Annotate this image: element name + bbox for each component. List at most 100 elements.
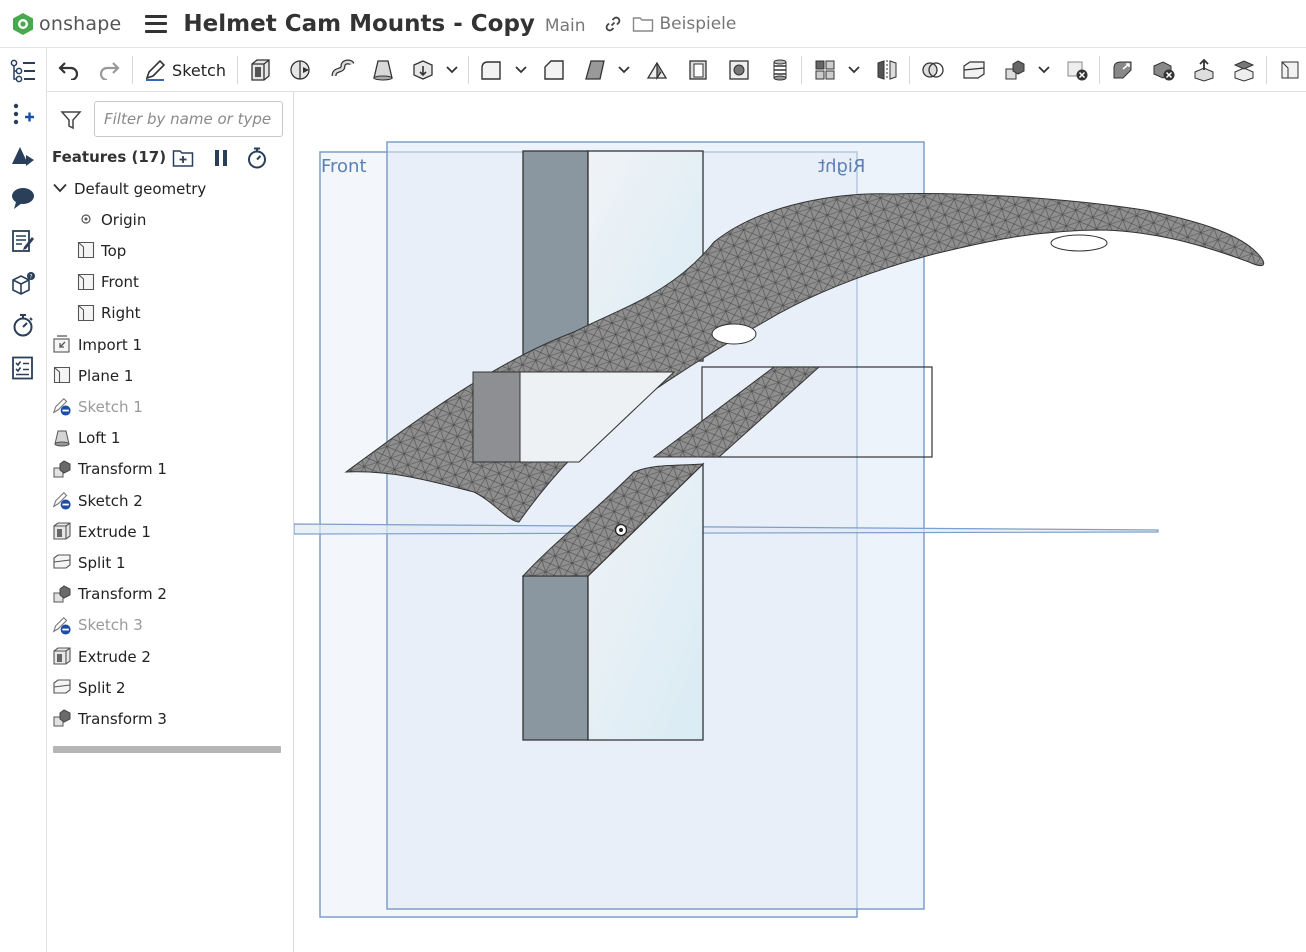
folder-name: Beispiele	[659, 13, 737, 34]
branch-label[interactable]: Main	[545, 16, 586, 36]
move-face-icon[interactable]	[1190, 56, 1218, 84]
draft-tool-icon[interactable]	[581, 56, 609, 84]
chevron-down-icon[interactable]	[846, 56, 862, 84]
tree-item-origin[interactable]: Origin	[47, 204, 293, 235]
stopwatch-icon[interactable]	[245, 146, 269, 170]
delete-part-icon[interactable]	[1063, 56, 1091, 84]
feature-item-label: Transform 2	[78, 585, 167, 604]
feature-item-plane-1[interactable]: Plane 1	[47, 360, 293, 391]
onshape-logo[interactable]: onshape	[12, 12, 121, 36]
feature-item-loft-1[interactable]: Loft 1	[47, 423, 293, 454]
feature-item-transform-2[interactable]: Transform 2	[47, 579, 293, 610]
chevron-down-icon[interactable]	[53, 183, 67, 193]
fillet-tool-icon[interactable]	[477, 56, 505, 84]
boolean-tool-icon[interactable]	[919, 56, 947, 84]
feature-item-label: Extrude 1	[78, 522, 151, 541]
hole-tool-icon[interactable]	[725, 56, 753, 84]
link-icon[interactable]	[604, 15, 622, 33]
feature-item-sketch-2[interactable]: Sketch 2	[47, 485, 293, 516]
plane-tool-icon[interactable]	[1276, 56, 1304, 84]
feature-item-label: Import 1	[78, 335, 143, 354]
split-icon	[52, 552, 72, 572]
chevron-down-icon[interactable]	[616, 56, 632, 84]
sketch-pencil-icon	[145, 59, 166, 81]
pattern-tool-icon[interactable]	[811, 56, 839, 84]
filter-row	[55, 101, 285, 137]
chamfer-tool-icon[interactable]	[540, 56, 568, 84]
loft-tool-icon[interactable]	[369, 56, 397, 84]
feature-item-sketch-1[interactable]: Sketch 1	[47, 391, 293, 422]
replace-face-icon[interactable]	[1230, 56, 1258, 84]
logo-text: onshape	[39, 12, 122, 35]
sketch-button[interactable]: Sketch	[143, 56, 227, 84]
transform-tool-icon[interactable]	[1001, 56, 1029, 84]
shell-tool-icon[interactable]	[684, 56, 712, 84]
folder-breadcrumb[interactable]: Beispiele	[632, 13, 737, 34]
add-folder-icon[interactable]	[172, 146, 196, 170]
thread-tool-icon[interactable]	[766, 56, 794, 84]
feature-item-label: Split 1	[78, 553, 126, 572]
tree-item-label: Top	[101, 241, 127, 260]
chevron-down-icon[interactable]	[1036, 56, 1052, 84]
import-icon	[52, 334, 72, 354]
revolve-tool-icon[interactable]	[287, 56, 315, 84]
modify-fillet-icon[interactable]	[1109, 56, 1137, 84]
rollback-pause-icon[interactable]	[209, 146, 233, 170]
tree-item-label: Origin	[101, 210, 147, 229]
graphics-viewport[interactable]: Front Right	[294, 92, 1306, 952]
feature-item-label: Transform 3	[78, 709, 167, 728]
split-icon	[52, 677, 72, 697]
undo-icon[interactable]	[55, 56, 83, 84]
chevron-down-icon[interactable]	[513, 56, 529, 84]
shell-hole-large	[1050, 234, 1108, 252]
features-title: Features (17)	[52, 148, 167, 166]
filter-input[interactable]	[94, 101, 283, 137]
split-tool-icon[interactable]	[960, 56, 988, 84]
tree-item-front[interactable]: Front	[47, 267, 293, 298]
sketch-hidden-icon	[52, 490, 72, 510]
mass-properties-icon[interactable]: ?	[9, 269, 37, 297]
checklist-icon[interactable]	[9, 354, 37, 382]
delete-face-icon[interactable]	[1149, 56, 1177, 84]
feature-item-label: Transform 1	[78, 460, 167, 479]
folder-icon	[632, 16, 653, 32]
sweep-tool-icon[interactable]	[329, 56, 357, 84]
tree-item-top[interactable]: Top	[47, 235, 293, 266]
rib-tool-icon[interactable]	[643, 56, 671, 84]
feature-item-import-1[interactable]: Import 1	[47, 329, 293, 360]
thicken-tool-icon[interactable]	[409, 56, 437, 84]
tree-item-label: Right	[101, 304, 141, 323]
default-geometry-label: Default geometry	[74, 179, 207, 198]
insert-feature-icon[interactable]	[9, 100, 37, 128]
comments-icon[interactable]	[9, 184, 37, 212]
mirror-tool-icon[interactable]	[873, 56, 901, 84]
performance-timer-icon[interactable]	[9, 311, 37, 339]
origin-marker[interactable]	[614, 523, 628, 537]
redo-icon[interactable]	[95, 56, 123, 84]
default-geometry-group[interactable]: Default geometry	[47, 173, 293, 204]
appearance-icon[interactable]	[9, 142, 37, 170]
feature-item-split-1[interactable]: Split 1	[47, 547, 293, 578]
chevron-down-icon[interactable]	[444, 56, 460, 84]
notes-icon[interactable]	[9, 227, 37, 255]
plane-icon	[76, 272, 96, 292]
feature-item-sketch-3[interactable]: Sketch 3	[47, 610, 293, 641]
filter-icon[interactable]	[60, 109, 82, 131]
feature-item-transform-1[interactable]: Transform 1	[47, 454, 293, 485]
horizontal-scrollbar[interactable]	[53, 746, 281, 753]
feature-list-icon[interactable]	[9, 57, 37, 85]
features-header: Features (17)	[52, 144, 287, 170]
feature-item-extrude-2[interactable]: Extrude 2	[47, 641, 293, 672]
feature-item-label: Split 2	[78, 678, 126, 697]
feature-item-transform-3[interactable]: Transform 3	[47, 703, 293, 734]
extrude-tool-icon[interactable]	[246, 56, 274, 84]
document-title[interactable]: Helmet Cam Mounts - Copy	[183, 11, 535, 37]
extrude-icon	[52, 646, 72, 666]
feature-item-label: Sketch 3	[78, 616, 143, 635]
feature-item-split-2[interactable]: Split 2	[47, 672, 293, 703]
right-plane-label: Right	[818, 156, 866, 177]
hamburger-menu-icon[interactable]	[145, 14, 168, 33]
model-canvas[interactable]	[294, 92, 1306, 952]
feature-item-extrude-1[interactable]: Extrude 1	[47, 516, 293, 547]
tree-item-right[interactable]: Right	[47, 298, 293, 329]
